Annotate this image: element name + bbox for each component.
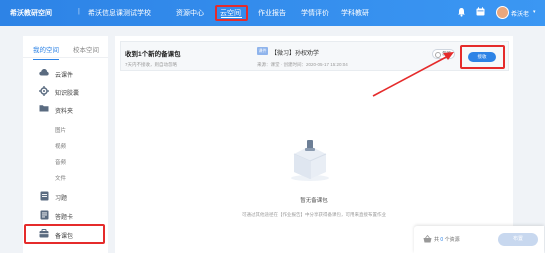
avatar[interactable] bbox=[496, 6, 509, 19]
folder-icon bbox=[39, 104, 49, 114]
sidebar-item-answer-sheet[interactable]: 答题卡 bbox=[23, 208, 108, 222]
basket-count-text: 共 0 个资源 bbox=[434, 236, 460, 243]
sidebar-item-label: 答题卡 bbox=[55, 215, 74, 221]
bell-icon[interactable] bbox=[456, 7, 467, 18]
sidebar-item-cloud-courseware[interactable]: 云课件 bbox=[23, 66, 108, 80]
sidebar-item-label: 习题 bbox=[55, 196, 68, 202]
resource-meta: 来源：课堂 · 创建时间：2020-05-17 15:20:04 bbox=[257, 62, 348, 67]
nav-resource-center[interactable]: 资源中心 bbox=[176, 8, 204, 18]
sidebar-item-label: 云课件 bbox=[55, 73, 74, 79]
top-navigation-bar: 希沃教研空间 | 希沃信息课测试学校 资源中心 云空间 作业报告 学情评价 学科… bbox=[0, 0, 545, 26]
sidebar-item-exercises[interactable]: 习题 bbox=[23, 189, 108, 203]
resource-basket: 共 0 个资源 布置 bbox=[414, 226, 544, 253]
active-sidebar-highlight bbox=[24, 224, 105, 244]
username[interactable]: 希沃老 bbox=[511, 9, 529, 18]
sidebar-item-label: 知识胶囊 bbox=[55, 91, 80, 97]
sidebar-item-knowledge-capsule[interactable]: 知识胶囊 bbox=[23, 84, 108, 98]
tab-my-space[interactable]: 我的空间 bbox=[33, 44, 59, 60]
basket-count: 0 bbox=[440, 237, 444, 243]
folder-sub-item-images[interactable]: 图片 bbox=[55, 126, 66, 134]
brand-name[interactable]: 希沃教研空间 bbox=[10, 8, 52, 18]
basket-suffix: 个资源 bbox=[444, 237, 460, 243]
resource-title[interactable]: 【微习】孙权劝学 bbox=[271, 48, 319, 57]
nav-subject-research[interactable]: 学科教研 bbox=[341, 8, 369, 18]
nav-learning-evaluation[interactable]: 学情评价 bbox=[301, 8, 329, 18]
chevron-down-icon[interactable]: ▾ bbox=[533, 9, 536, 15]
new-package-notice: 收到1个新的备课包 7天内不接收，则自动忽略 课件 【微习】孙权劝学 来源：课堂… bbox=[120, 41, 509, 71]
answer-sheet-icon bbox=[39, 210, 49, 220]
folder-sub-item-files[interactable]: 文件 bbox=[55, 174, 66, 182]
calendar-icon[interactable] bbox=[475, 7, 486, 18]
ignore-button[interactable]: 忽略 bbox=[432, 49, 455, 59]
cloud-icon bbox=[39, 68, 49, 78]
empty-state-title: 暂无备课包 bbox=[300, 198, 328, 204]
receive-button[interactable]: 接收 bbox=[468, 52, 496, 62]
notice-title: 收到1个新的备课包 bbox=[125, 51, 181, 58]
resource-type-badge: 课件 bbox=[257, 47, 268, 55]
sidebar-item-folder[interactable]: 资料夹 bbox=[23, 102, 108, 116]
nav-homework-report[interactable]: 作业报告 bbox=[258, 8, 286, 18]
notice-subtitle: 7天内不接收，则自动忽略 bbox=[125, 62, 178, 67]
folder-sub-item-audio[interactable]: 音频 bbox=[55, 158, 66, 166]
exercise-icon bbox=[39, 191, 49, 201]
tab-school-space[interactable]: 校本空间 bbox=[73, 44, 99, 54]
receive-highlight: 接收 bbox=[460, 45, 505, 69]
sidebar-tabs: 我的空间 校本空间 bbox=[23, 36, 108, 60]
empty-box-illustration bbox=[291, 140, 329, 181]
active-nav-highlight bbox=[215, 5, 248, 21]
school-name[interactable]: 希沃信息课测试学校 bbox=[88, 8, 151, 18]
empty-state-description: 可通过其他途径在【作业报告】中分享获得备课包，可用来直接布置作业 bbox=[242, 212, 386, 217]
assign-button[interactable]: 布置 bbox=[498, 233, 538, 246]
basket-prefix: 共 bbox=[434, 237, 440, 243]
sidebar: 我的空间 校本空间 云课件 知识胶囊 资料夹 图片 视频 音频 文件 习题 答题… bbox=[23, 36, 108, 253]
brand-divider: | bbox=[78, 8, 80, 15]
capsule-icon bbox=[39, 86, 49, 96]
main-content: 收到1个新的备课包 7天内不接收，则自动忽略 课件 【微习】孙权劝学 来源：课堂… bbox=[115, 36, 513, 253]
sidebar-item-label: 资料夹 bbox=[55, 109, 74, 115]
folder-sub-item-videos[interactable]: 视频 bbox=[55, 142, 66, 150]
basket-icon bbox=[423, 234, 432, 243]
